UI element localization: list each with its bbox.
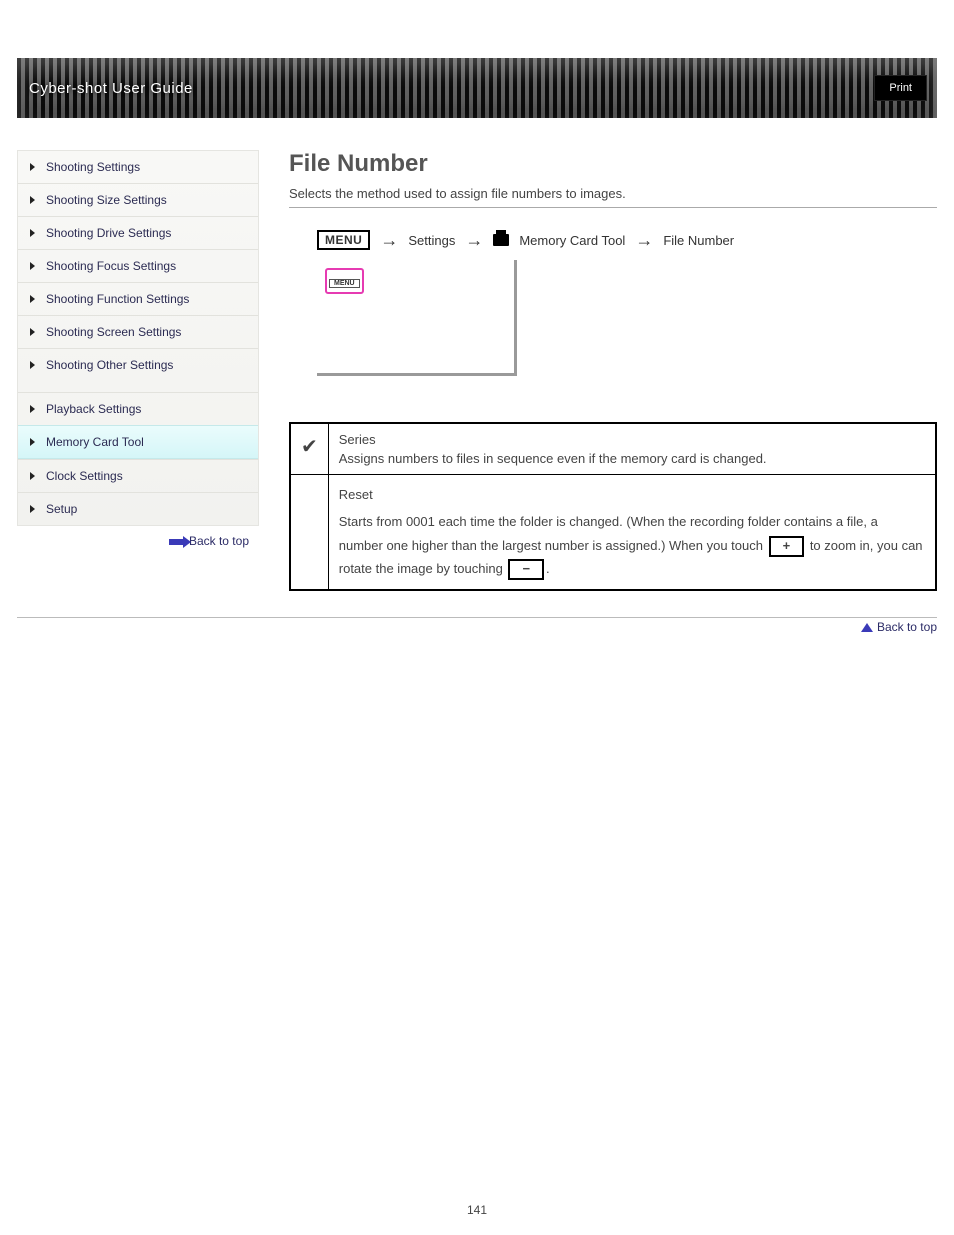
chevron-right-icon <box>30 328 35 336</box>
chevron-right-icon <box>30 163 35 171</box>
path-step-file-number: File Number <box>663 233 734 248</box>
arrow-right-icon: → <box>465 231 483 249</box>
arrow-right-icon: → <box>635 231 653 249</box>
page-title: File Number <box>289 150 937 178</box>
back-top-label: Back to top <box>877 620 937 634</box>
table-cell: Series Assigns numbers to files in seque… <box>328 423 936 475</box>
print-button[interactable]: Print <box>874 75 927 101</box>
sidebar-item-shooting-focus[interactable]: Shooting Focus Settings <box>18 249 258 282</box>
path-step-settings: Settings <box>408 233 455 248</box>
sidebar-item-label: Shooting Other Settings <box>46 358 173 372</box>
chevron-right-icon <box>30 229 35 237</box>
sidebar-item-shooting-function[interactable]: Shooting Function Settings <box>18 282 258 315</box>
chevron-right-icon <box>30 196 35 204</box>
option-name: Series <box>339 432 925 447</box>
minus-button-icon: − <box>508 559 544 580</box>
divider <box>289 207 937 208</box>
content-area: File Number Selects the method used to a… <box>259 150 937 591</box>
sidebar-item-label: Memory Card Tool <box>46 435 144 449</box>
triangle-up-icon <box>861 623 873 632</box>
sidebar-item-label: Playback Settings <box>46 402 141 416</box>
option-name: Reset <box>339 483 925 506</box>
sidebar-item-label: Shooting Screen Settings <box>46 325 181 339</box>
screen-mock: MENU <box>317 260 517 376</box>
sidebar-item-shooting-screen[interactable]: Shooting Screen Settings <box>18 315 258 348</box>
sidebar-item-label: Shooting Function Settings <box>46 292 189 306</box>
sidebar-item-label: Shooting Size Settings <box>46 193 167 207</box>
sidebar-item-label: Setup <box>46 502 77 516</box>
table-cell: Reset Starts from 0001 each time the fol… <box>328 475 936 590</box>
header-band: Cyber-shot User Guide Print <box>17 58 937 118</box>
table-cell-key <box>290 475 328 590</box>
menu-button-icon: MENU <box>329 279 360 288</box>
sidebar-item-shooting-drive[interactable]: Shooting Drive Settings <box>18 216 258 249</box>
plus-button-icon: + <box>769 536 805 557</box>
sidebar-item-memory-card-tool[interactable]: Memory Card Tool <box>18 425 258 459</box>
arrow-right-icon <box>169 539 185 545</box>
sidebar-item-label: Shooting Focus Settings <box>46 259 176 273</box>
memory-card-icon <box>493 234 509 246</box>
guide-title: Cyber-shot User Guide <box>17 58 193 118</box>
page-description: Selects the method used to assign file n… <box>289 186 937 201</box>
option-desc: Starts from 0001 each time the folder is… <box>339 510 925 580</box>
sidebar-item-shooting-size[interactable]: Shooting Size Settings <box>18 183 258 216</box>
sidebar-item-clock[interactable]: Clock Settings <box>18 459 258 492</box>
sidebar-item-label: Shooting Drive Settings <box>46 226 171 240</box>
menu-path: MENU → Settings → Memory Card Tool → Fil… <box>317 230 937 250</box>
chevron-right-icon <box>30 262 35 270</box>
chevron-right-icon <box>30 505 35 513</box>
back-to-top-link-footer[interactable]: Back to top <box>17 617 937 634</box>
chevron-right-icon <box>30 405 35 413</box>
chevron-right-icon <box>30 361 35 369</box>
menu-button-icon: MENU <box>317 230 370 250</box>
sidebar-item-shooting-other[interactable]: Shooting Other Settings <box>18 348 258 392</box>
arrow-right-icon: → <box>380 231 398 249</box>
sidebar-item-setup[interactable]: Setup <box>18 492 258 525</box>
chevron-right-icon <box>30 472 35 480</box>
sidebar-item-label: Clock Settings <box>46 469 123 483</box>
sidebar: Shooting Settings Shooting Size Settings… <box>17 150 259 526</box>
sidebar-item-shooting-settings[interactable]: Shooting Settings <box>18 151 258 183</box>
sidebar-item-playback[interactable]: Playback Settings <box>18 392 258 425</box>
option-desc: Assigns numbers to files in sequence eve… <box>339 451 925 466</box>
page-number: 141 <box>0 1203 954 1217</box>
chevron-right-icon <box>30 295 35 303</box>
back-to-top-link-side[interactable]: Back to top <box>17 534 259 548</box>
chevron-right-icon <box>30 438 35 446</box>
options-table: ✔ Series Assigns numbers to files in seq… <box>289 422 937 591</box>
highlight-box: MENU <box>325 268 364 294</box>
sidebar-item-label: Shooting Settings <box>46 160 140 174</box>
path-step-memory: Memory Card Tool <box>519 233 625 248</box>
back-link-label: Back to top <box>189 534 249 548</box>
checkmark-icon: ✔ <box>290 423 328 475</box>
